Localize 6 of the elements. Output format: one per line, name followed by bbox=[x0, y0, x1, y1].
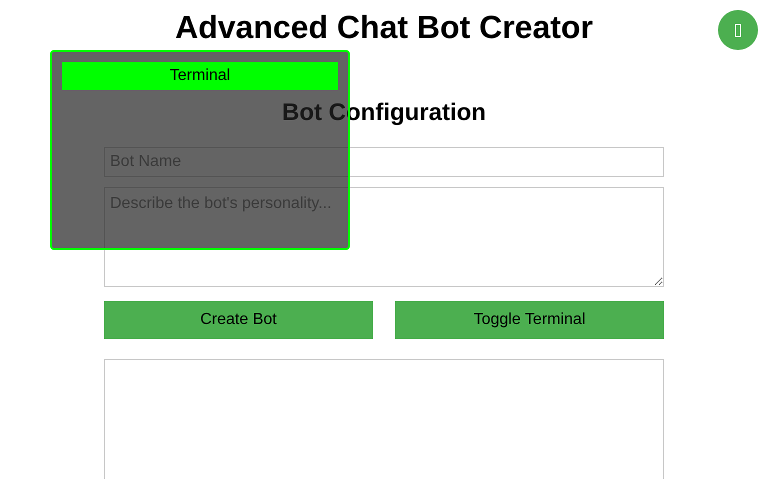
terminal-title: Terminal bbox=[62, 62, 338, 90]
action-button[interactable]: Create Bot bbox=[104, 301, 373, 339]
page-title: Advanced Chat Bot Creator bbox=[175, 8, 593, 47]
action-button[interactable]: Toggle Terminal bbox=[395, 301, 664, 339]
round-button[interactable] bbox=[718, 10, 758, 50]
placeholder-glyph-icon bbox=[735, 24, 741, 36]
